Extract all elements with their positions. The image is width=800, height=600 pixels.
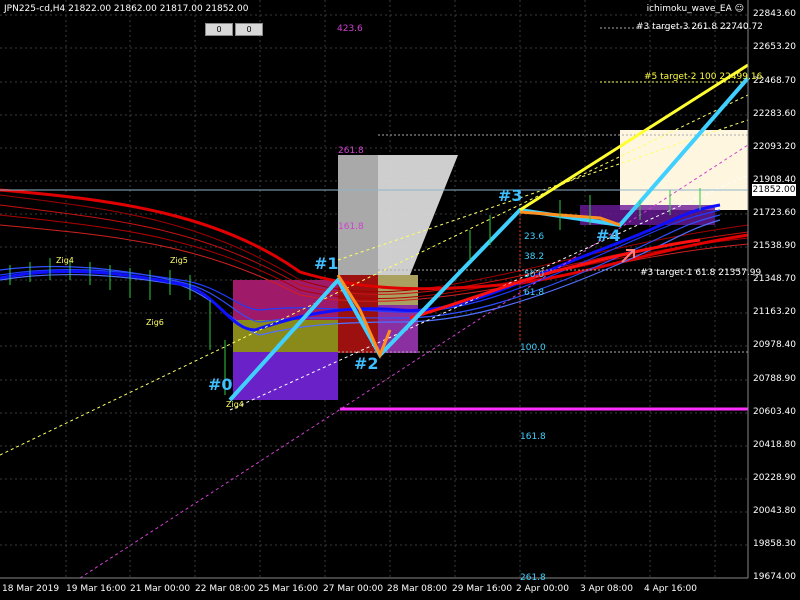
current-price-tag: 21852.00 <box>752 184 796 196</box>
fib-236-label: 23.6 <box>524 232 545 242</box>
price-label: 20418.80 <box>753 440 796 450</box>
chart-title: JPN225-cd,H4 21822.00 21862.00 21817.00 … <box>4 4 249 14</box>
ea-name-label: ichimoku_wave_EA <box>646 4 732 14</box>
fib-382-label: 38.2 <box>524 252 545 262</box>
ea-button-group: 0 0 <box>205 23 265 36</box>
price-label: 22843.60 <box>753 9 796 19</box>
time-label: 2 Apr 00:00 <box>516 584 569 594</box>
wave-label-3: #3 <box>498 186 523 205</box>
price-label: 20788.90 <box>753 374 796 384</box>
price-label: 21538.90 <box>753 241 796 251</box>
smiley-icon: ☺ <box>734 4 744 14</box>
fib-500-label: 50.0 <box>524 270 545 280</box>
price-label: 20603.40 <box>753 407 796 417</box>
fib-261b-label: 261.8 <box>520 573 546 583</box>
price-label: 22653.20 <box>753 42 796 52</box>
price-label: 22093.20 <box>753 142 796 152</box>
fib-618-label: 61.8 <box>524 288 545 298</box>
price-chart[interactable] <box>0 0 800 600</box>
price-label: 20978.40 <box>753 340 796 350</box>
time-label: 25 Mar 16:00 <box>258 584 319 594</box>
time-label: 18 Mar 2019 <box>2 584 60 594</box>
time-label: 22 Mar 08:00 <box>195 584 256 594</box>
zig-label: Zig6 <box>146 318 164 327</box>
time-label: 19 Mar 16:00 <box>66 584 127 594</box>
price-label: 19858.30 <box>753 539 796 549</box>
price-label: 21163.20 <box>753 307 796 317</box>
price-label: 20043.80 <box>753 506 796 516</box>
price-label: 21723.60 <box>753 208 796 218</box>
price-label: 20228.90 <box>753 473 796 483</box>
zig-label: Zig4 <box>56 256 74 265</box>
target3-label: #3 target-3 261.8 22740.72 <box>636 22 763 32</box>
target5-label: #5 target-2 100 22499.16 <box>644 72 763 82</box>
ea-button-1[interactable]: 0 <box>205 23 233 36</box>
time-label: 29 Mar 16:00 <box>452 584 513 594</box>
wave-label-4: #4 <box>596 226 621 245</box>
zig-label: Zig4 <box>226 400 244 409</box>
fib-161-label: 161.8 <box>338 222 364 232</box>
price-label: 22283.60 <box>753 109 796 119</box>
fib-423-label: 423.6 <box>337 24 363 34</box>
ea-button-2[interactable]: 0 <box>235 23 263 36</box>
wave-label-0: #0 <box>208 375 233 394</box>
wave-label-2: #2 <box>354 354 379 373</box>
time-label: 27 Mar 00:00 <box>323 584 384 594</box>
ea-name: ichimoku_wave_EA ☺ <box>647 4 744 14</box>
time-label: 21 Mar 00:00 <box>130 584 191 594</box>
time-label: 3 Apr 08:00 <box>580 584 633 594</box>
price-axis[interactable]: 22843.60 22653.20 22468.70 22283.60 2209… <box>748 0 800 582</box>
time-label: 4 Apr 16:00 <box>644 584 697 594</box>
wave-label-1: #1 <box>314 254 339 273</box>
fib-100-label: 100.0 <box>520 343 546 353</box>
target1-label: #3 target-1 61.8 21357.99 <box>640 268 762 278</box>
price-label: 19674.00 <box>753 572 796 582</box>
zig-label: Zig5 <box>170 256 188 265</box>
fib-261-label: 261.8 <box>338 146 364 156</box>
time-label: 28 Mar 08:00 <box>387 584 448 594</box>
fib-161b-label: 161.8 <box>520 432 546 442</box>
